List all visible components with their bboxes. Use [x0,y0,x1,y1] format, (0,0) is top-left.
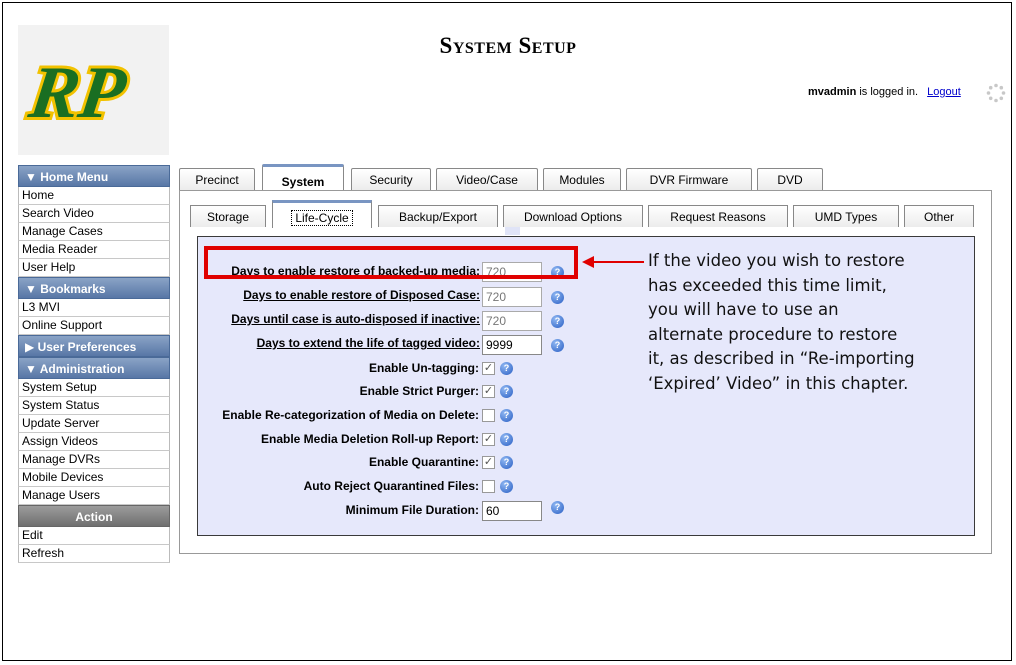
row-quarantine: Enable Quarantine: [198,451,479,473]
row-extend-tagged: Days to extend the life of tagged video: [198,332,480,354]
help-icon[interactable]: ? [500,385,513,398]
sidebar-item-media-reader[interactable]: Media Reader [18,241,170,259]
auto-reject-label: Auto Reject Quarantined Files: [303,479,479,493]
row-restore-disposed: Days to enable restore of Disposed Case: [198,284,480,306]
sidebar-header-user-preferences[interactable]: ▶ User Preferences [18,335,170,357]
sidebar-item-search-video[interactable]: Search Video [18,205,170,223]
rollup-report-label: Enable Media Deletion Roll-up Report: [260,432,479,446]
quarantine-checkbox[interactable]: ✓ [482,456,495,469]
sidebar-item-home[interactable]: Home [18,187,170,205]
help-icon[interactable]: ? [551,501,564,514]
tab-system[interactable]: System [262,164,344,191]
subtab-backup-export[interactable]: Backup/Export [378,205,498,227]
extend-tagged-input[interactable]: 9999 [482,335,542,355]
subtab-umd-types[interactable]: UMD Types [793,205,899,227]
sidebar-header-home-menu[interactable]: ▼ Home Menu [18,165,170,187]
extend-tagged-label: Days to extend the life of tagged video: [256,336,480,350]
row-auto-reject: Auto Reject Quarantined Files: [198,475,479,497]
tab-video-case[interactable]: Video/Case [436,168,538,190]
loading-spinner-icon [986,83,1006,103]
restore-disposed-input[interactable]: 720 [482,287,542,307]
untagging-checkbox[interactable]: ✓ [482,362,495,375]
subtab-life-cycle[interactable]: Life-Cycle [272,200,372,228]
row-rollup-report: Enable Media Deletion Roll-up Report: [198,428,479,450]
strict-purger-checkbox[interactable]: ✓ [482,385,495,398]
logged-in-text: is logged in. [859,86,919,98]
help-icon[interactable]: ? [551,315,564,328]
subtab-storage[interactable]: Storage [190,205,266,227]
sidebar-header-administration[interactable]: ▼ Administration [18,357,170,379]
min-duration-input[interactable]: 60 [482,501,542,521]
help-icon[interactable]: ? [500,433,513,446]
row-recategorization: Enable Re-categorization of Media on Del… [198,404,479,426]
strict-purger-label: Enable Strict Purger: [359,384,479,398]
logo-letters: RP [24,52,132,134]
sidebar-item-mobile-devices[interactable]: Mobile Devices [18,469,170,487]
tab-connector [505,227,520,235]
row-min-duration: Minimum File Duration: [198,499,479,521]
tab-dvd[interactable]: DVD [757,168,823,190]
min-duration-label: Minimum File Duration: [345,503,479,517]
sidebar-item-refresh[interactable]: Refresh [18,545,170,563]
callout-arrow-icon [582,256,644,268]
restore-disposed-label: Days to enable restore of Disposed Case: [243,288,480,302]
sidebar-item-system-setup[interactable]: System Setup [18,379,170,397]
subtab-other[interactable]: Other [904,205,974,227]
tab-security[interactable]: Security [351,168,431,190]
sidebar-item-manage-dvrs[interactable]: Manage DVRs [18,451,170,469]
tab-dvr-firmware[interactable]: DVR Firmware [626,168,752,190]
sidebar-item-edit[interactable]: Edit [18,527,170,545]
sidebar-item-manage-users[interactable]: Manage Users [18,487,170,505]
help-icon[interactable]: ? [500,409,513,422]
sidebar-item-user-help[interactable]: User Help [18,259,170,277]
sidebar-item-manage-cases[interactable]: Manage Cases [18,223,170,241]
sidebar-item-l3-mvi[interactable]: L3 MVI [18,299,170,317]
help-icon[interactable]: ? [551,291,564,304]
auto-disposed-label: Days until case is auto-disposed if inac… [231,312,480,326]
callout-text: If the video you wish to restore has exc… [648,251,915,393]
highlight-box [204,246,578,279]
sidebar-header-action: Action [18,505,170,527]
auto-disposed-input[interactable]: 720 [482,311,542,331]
sidebar-item-update-server[interactable]: Update Server [18,415,170,433]
row-strict-purger: Enable Strict Purger: [198,380,479,402]
sidebar-item-system-status[interactable]: System Status [18,397,170,415]
subtab-download-options[interactable]: Download Options [503,205,643,227]
page-frame: RP RP System Setup mvadmin is logged in.… [2,2,1012,661]
auto-reject-checkbox[interactable] [482,480,495,493]
subtab-request-reasons[interactable]: Request Reasons [648,205,788,227]
page-title: System Setup [439,33,577,58]
recategorization-checkbox[interactable] [482,409,495,422]
quarantine-label: Enable Quarantine: [368,455,479,469]
untagging-label: Enable Un-tagging: [369,361,479,375]
sidebar-item-online-support[interactable]: Online Support [18,317,170,335]
tab-precinct[interactable]: Precinct [179,168,255,190]
rollup-report-checkbox[interactable]: ✓ [482,433,495,446]
help-icon[interactable]: ? [500,456,513,469]
tab-modules[interactable]: Modules [543,168,621,190]
subtab-life-cycle-label: Life-Cycle [291,210,353,226]
sidebar-header-bookmarks[interactable]: ▼ Bookmarks [18,277,170,299]
help-icon[interactable]: ? [500,362,513,375]
help-icon[interactable]: ? [551,339,564,352]
username: mvadmin [808,86,857,98]
logout-link[interactable]: Logout [927,86,961,98]
sidebar-item-assign-videos[interactable]: Assign Videos [18,433,170,451]
sidebar: ▼ Home Menu Home Search Video Manage Cas… [18,165,170,563]
login-status: mvadmin is logged in. Logout [808,86,961,98]
row-untagging: Enable Un-tagging: [198,357,479,379]
recategorization-label: Enable Re-categorization of Media on Del… [222,408,479,422]
row-auto-disposed: Days until case is auto-disposed if inac… [198,308,480,330]
help-icon[interactable]: ? [500,480,513,493]
